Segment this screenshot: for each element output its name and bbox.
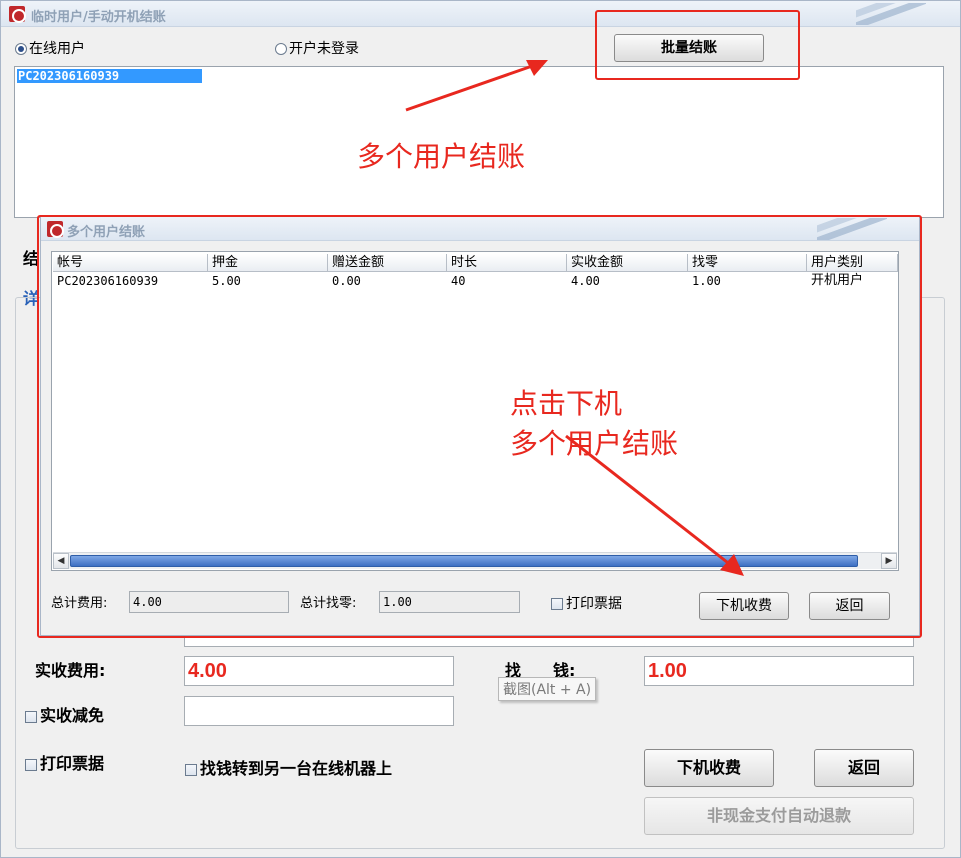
- checkbox-icon: [25, 759, 37, 771]
- annotation-multi-checkout: 多个用户结账: [357, 140, 526, 173]
- transfer-change-checkbox[interactable]: 找钱转到另一台在线机器上: [185, 755, 392, 779]
- radio-unselected-icon: [275, 43, 287, 55]
- app-icon: [9, 6, 26, 23]
- actual-fee-label: 实收费用:: [35, 661, 106, 680]
- annotation-highlight-box: [595, 10, 800, 80]
- print-receipt-checkbox[interactable]: 打印票据: [25, 750, 104, 774]
- waive-checkbox[interactable]: 实收减免: [25, 702, 104, 726]
- change-field[interactable]: 1.00: [644, 656, 914, 686]
- waive-label: 实收减免: [40, 706, 105, 725]
- radio-not-logged-in[interactable]: 开户未登录: [275, 38, 359, 58]
- print-receipt-label: 打印票据: [40, 754, 105, 773]
- windows-logo-icon: [856, 3, 926, 25]
- logout-charge-button[interactable]: 下机收费: [644, 749, 774, 787]
- screenshot-tooltip: 截图(Alt + A): [498, 677, 597, 701]
- annotation-arrow-icon: [405, 60, 548, 112]
- checkbox-icon: [25, 711, 37, 723]
- window-title: 临时用户/手动开机结账: [31, 10, 166, 25]
- annotation-dialog-box: [37, 215, 922, 638]
- checkbox-icon: [185, 764, 197, 776]
- annotation-arrow-icon: [565, 434, 744, 576]
- user-list-item[interactable]: PC202306160939: [17, 69, 202, 83]
- radio-online-users[interactable]: 在线用户: [15, 38, 85, 58]
- radio-selected-icon: [15, 43, 27, 55]
- actual-fee-field[interactable]: 4.00: [184, 656, 454, 686]
- title-bar: 临时用户/手动开机结账: [1, 1, 960, 27]
- radio-not-logged-label: 开户未登录: [289, 41, 359, 57]
- radio-online-label: 在线用户: [29, 41, 85, 57]
- back-button[interactable]: 返回: [814, 749, 914, 787]
- waive-field[interactable]: [184, 696, 454, 726]
- annotation-click-logout: 点击下机: [510, 387, 623, 420]
- transfer-change-label: 找钱转到另一台在线机器上: [200, 759, 393, 778]
- non-cash-refund-button[interactable]: 非现金支付自动退款: [644, 797, 914, 835]
